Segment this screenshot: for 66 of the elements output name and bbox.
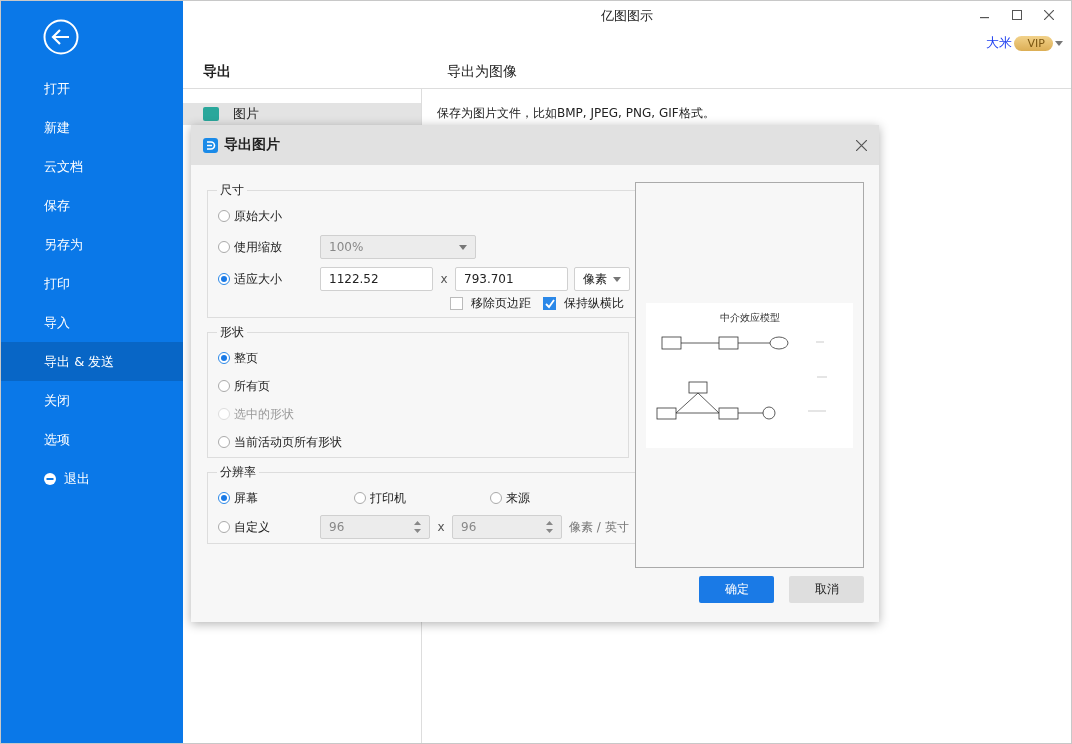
radio-label: 当前活动页所有形状 (234, 433, 342, 451)
spinner-icon[interactable] (414, 520, 421, 534)
sidebar-item[interactable]: 选项 (1, 420, 183, 459)
sidebar-item[interactable]: 打开 (1, 69, 183, 108)
radio-button[interactable] (354, 492, 366, 504)
app-logo-icon (203, 137, 218, 153)
radio-label: 整页 (234, 349, 258, 367)
group-legend: 形状 (217, 324, 247, 341)
close-icon[interactable] (856, 139, 867, 151)
group-legend: 尺寸 (217, 182, 247, 199)
radio-label: 屏幕 (234, 489, 258, 507)
diagram-title: 中介效应模型 (719, 310, 780, 325)
width-field[interactable]: 1122.52 (320, 267, 433, 291)
times-sign: x (439, 272, 449, 286)
sidebar-item[interactable]: 云文档 (1, 147, 183, 186)
radio-label: 使用缩放 (234, 238, 283, 256)
radio-button[interactable] (218, 380, 230, 392)
group-legend: 分辨率 (217, 464, 259, 481)
sidebar-item[interactable]: 新建 (1, 108, 183, 147)
unit-label: 像素 / 英寸 (569, 518, 629, 536)
sidebar-item[interactable]: 另存为 (1, 225, 183, 264)
user-name[interactable]: 大米 (985, 34, 1012, 52)
sidebar-item[interactable]: 导入 (1, 303, 183, 342)
minus-circle-icon (44, 472, 56, 485)
radio-button[interactable] (218, 521, 230, 533)
radio-label: 打印机 (370, 489, 406, 507)
section-heading: 导出为图像 (446, 61, 517, 81)
radio-label: 自定义 (234, 518, 271, 536)
spinner-icon[interactable] (546, 520, 553, 534)
radio-button[interactable] (218, 436, 230, 448)
caret-icon (1055, 40, 1063, 46)
checkbox[interactable] (450, 297, 463, 310)
radio-label: 所有页 (234, 377, 270, 395)
radio-label: 选中的形状 (234, 405, 294, 423)
unit-dropdown[interactable]: 像素 (574, 267, 630, 291)
radio-button[interactable] (218, 492, 230, 504)
dpi-spinbox[interactable]: 96 (452, 515, 562, 539)
export-type-item[interactable]: 图片 (183, 103, 421, 125)
checkbox-label: 保持纵横比 (564, 295, 624, 312)
height-field[interactable]: 793.701 (455, 267, 568, 291)
times-sign: x (436, 520, 446, 534)
caret-icon (613, 276, 621, 282)
radio-button[interactable] (490, 492, 502, 504)
description-text: 保存为图片文件，比如BMP, JPEG, PNG, GIF格式。 (437, 105, 715, 122)
sidebar-item[interactable]: 打印 (1, 264, 183, 303)
radio-label: 原始大小 (234, 207, 282, 225)
cancel-button[interactable]: 取消 (789, 576, 864, 603)
window-title: 亿图图示 (601, 7, 653, 25)
sidebar-item[interactable]: 导出 & 发送 (1, 342, 183, 381)
dpi-spinbox[interactable]: 96 (320, 515, 430, 539)
checkbox[interactable] (543, 297, 556, 310)
radio-button[interactable] (218, 273, 230, 285)
radio-button[interactable] (218, 210, 230, 222)
caret-icon (459, 244, 467, 250)
radio-label: 来源 (506, 489, 530, 507)
sidebar-item[interactable]: 关闭 (1, 381, 183, 420)
radio-label: 适应大小 (234, 270, 283, 288)
dialog-title: 导出图片 (224, 136, 280, 154)
panel-heading: 导出 (202, 61, 232, 81)
image-file-icon (203, 107, 219, 121)
checkbox-label: 移除页边距 (471, 295, 531, 312)
ok-button[interactable]: 确定 (699, 576, 774, 603)
vip-badge: VIP (1013, 35, 1053, 51)
radio-button[interactable] (218, 352, 230, 364)
sidebar-item[interactable]: 保存 (1, 186, 183, 225)
sidebar-item[interactable]: 退出 (1, 459, 183, 498)
